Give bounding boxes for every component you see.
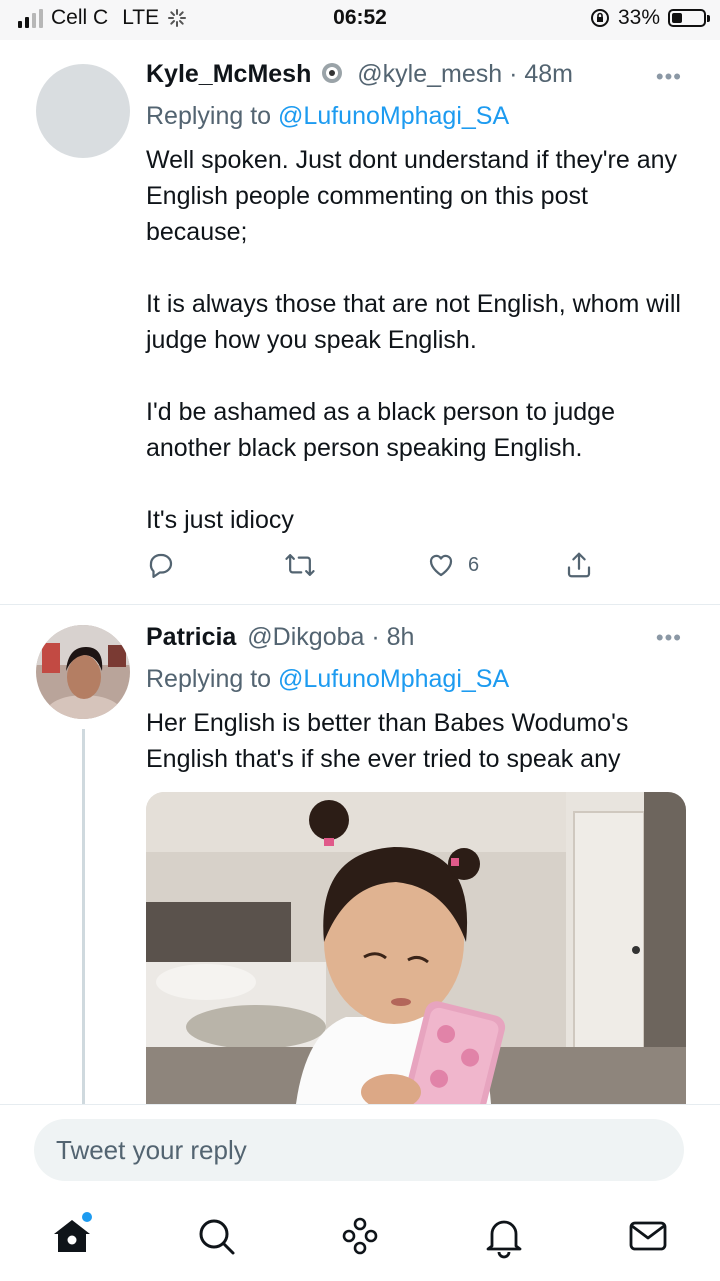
timestamp[interactable]: 8h — [387, 623, 415, 651]
tweet-header: Kyle_McMesh @kyle_mesh · 48m — [146, 58, 692, 90]
tweet-actions: 6 — [146, 550, 606, 580]
replying-to: Replying to @LufunoMphagi_SA — [146, 663, 692, 695]
messages-icon — [629, 1221, 667, 1251]
retweet-button[interactable] — [284, 550, 316, 580]
mention-link[interactable]: @LufunoMphagi_SA — [278, 102, 509, 130]
display-name[interactable]: Patricia — [146, 623, 236, 651]
nav-home[interactable] — [48, 1212, 96, 1260]
spaces-icon — [342, 1217, 378, 1255]
photo-girl-with-phone — [146, 792, 686, 1104]
timestamp[interactable]: 48m — [524, 60, 573, 88]
nav-notifications[interactable] — [480, 1212, 528, 1260]
avatar[interactable] — [36, 625, 130, 719]
tweet-kyle[interactable]: Kyle_McMesh @kyle_mesh · 48m Replying to… — [0, 40, 720, 605]
nav-search[interactable] — [192, 1212, 240, 1260]
tweet-text: Well spoken. Just dont understand if the… — [146, 146, 681, 534]
search-icon — [199, 1219, 235, 1255]
avatar[interactable] — [36, 64, 130, 158]
replying-prefix: Replying to — [146, 102, 272, 130]
separator: · — [371, 623, 380, 651]
tweet-reply-input[interactable] — [34, 1119, 684, 1181]
like-button[interactable]: 6 — [426, 550, 479, 580]
status-bar: Cell C LTE 06:52 33% — [0, 0, 720, 40]
retweet-icon — [285, 554, 315, 576]
heart-icon — [429, 554, 453, 577]
replying-prefix: Replying to — [146, 665, 272, 693]
emoji-icon — [322, 63, 343, 83]
notifications-icon — [486, 1220, 522, 1259]
reply-icon — [149, 553, 173, 578]
tweet-header: Patricia @Dikgoba · 8h — [146, 621, 692, 653]
nav-messages[interactable] — [624, 1212, 672, 1260]
handle[interactable]: @Dikgoba — [247, 623, 364, 651]
battery-percent: 33% — [617, 6, 660, 29]
orientation-lock-icon — [590, 9, 609, 27]
reply-button[interactable] — [146, 550, 176, 580]
mention-link[interactable]: @LufunoMphagi_SA — [278, 665, 509, 693]
battery-icon — [668, 9, 710, 27]
status-right: 33% — [590, 6, 710, 30]
thread-line — [82, 729, 85, 1105]
like-count: 6 — [468, 553, 480, 576]
nav-spaces[interactable] — [336, 1212, 384, 1260]
display-name[interactable]: Kyle_McMesh — [146, 60, 311, 88]
separator: · — [509, 60, 518, 88]
new-content-dot — [82, 1212, 92, 1222]
more-options-icon[interactable]: ••• — [656, 64, 682, 90]
more-options-icon[interactable]: ••• — [656, 625, 682, 651]
share-icon — [567, 552, 591, 578]
tweet-media-image[interactable] — [146, 792, 686, 1104]
share-button[interactable] — [564, 550, 594, 580]
tweet-text: Her English is better than Babes Wodumo'… — [146, 709, 636, 773]
avatar-photo — [36, 625, 130, 719]
replying-to: Replying to @LufunoMphagi_SA — [146, 100, 692, 132]
handle[interactable]: @kyle_mesh — [357, 60, 502, 88]
